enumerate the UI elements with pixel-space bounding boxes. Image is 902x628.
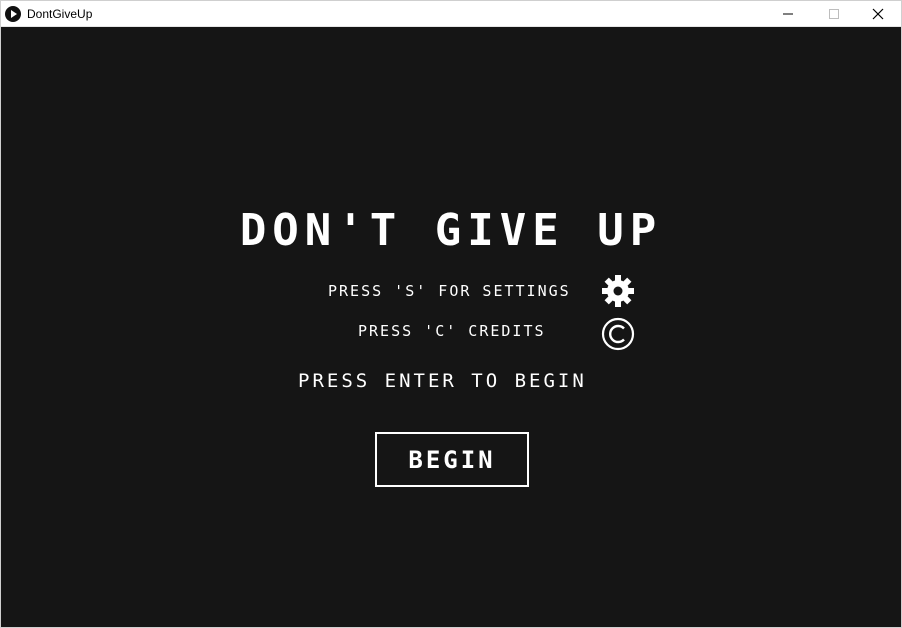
app-window: DontGiveUp DON'T GIVE UP PRESS 'S' FOR S… <box>0 0 902 628</box>
game-title: DON'T GIVE UP <box>239 205 663 256</box>
window-title: DontGiveUp <box>27 7 93 21</box>
enter-hint: PRESS ENTER TO BEGIN <box>298 370 587 392</box>
copyright-icon[interactable] <box>601 317 635 351</box>
maximize-button[interactable] <box>811 1 857 27</box>
credits-hint: PRESS 'C' CREDITS <box>358 322 546 340</box>
begin-button[interactable]: BEGIN <box>375 432 529 487</box>
close-icon <box>872 8 884 20</box>
play-icon <box>5 6 21 22</box>
gear-icon[interactable] <box>601 274 635 308</box>
minimize-button[interactable] <box>765 1 811 27</box>
close-button[interactable] <box>855 1 901 27</box>
minimize-icon <box>783 13 793 15</box>
begin-button-label: BEGIN <box>408 445 496 474</box>
settings-hint: PRESS 'S' FOR SETTINGS <box>328 282 571 300</box>
title-bar[interactable]: DontGiveUp <box>1 1 901 27</box>
maximize-icon <box>829 9 839 19</box>
game-canvas[interactable]: DON'T GIVE UP PRESS 'S' FOR SETTINGS PRE… <box>1 27 901 627</box>
